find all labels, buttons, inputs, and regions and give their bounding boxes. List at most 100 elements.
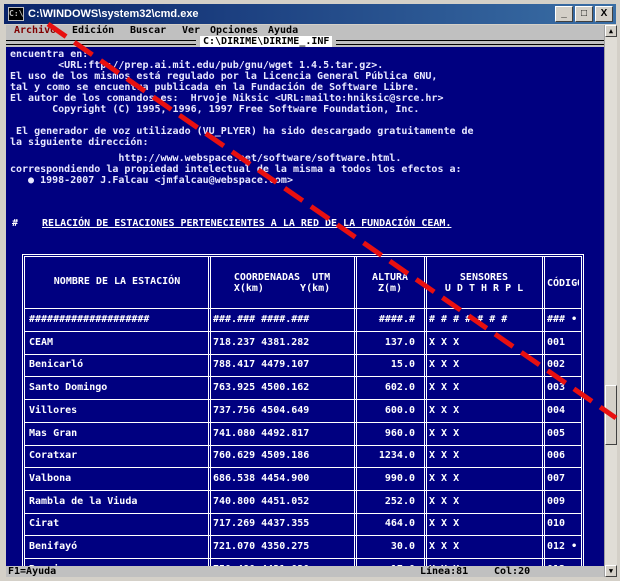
header-alt: ALTURA Z(m) — [359, 269, 421, 299]
column-divider — [354, 309, 357, 331]
column-divider — [542, 354, 545, 377]
menu-bar: Archivo Edición Buscar Ver Opciones Ayud… — [6, 25, 604, 36]
table-row[interactable]: Benicarló 788.417 4479.107 15.0 X X X 002 — [25, 354, 581, 378]
cell-sens: X X X — [429, 359, 460, 371]
table-row[interactable]: Rambla de la Viuda 740.800 4451.052 252.0 X… — [25, 490, 581, 514]
cell-alt: 464.0 — [384, 518, 415, 530]
cell-sens: X X X — [429, 541, 460, 552]
column-divider — [424, 467, 427, 490]
status-help[interactable]: F1=Ayuda — [8, 566, 56, 577]
cell-alt: 960.0 — [384, 427, 415, 439]
column-divider — [354, 331, 357, 354]
table-row[interactable]: Santo Domingo 763.925 4500.162 602.0 X X X 0… — [25, 377, 581, 401]
column-divider — [354, 399, 357, 422]
voice-line-2: la siguiente dirección: — [10, 137, 149, 148]
table-row[interactable]: Valbona 686.538 4454.900 990.0 X X X 007 — [25, 467, 581, 491]
cell-name: Benifayó — [29, 541, 78, 552]
console-area[interactable]: Archivo Edición Buscar Ver Opciones Ayud… — [6, 25, 604, 577]
column-divider — [542, 422, 545, 445]
cell-coords: ###.### ####.### — [213, 314, 310, 325]
cell-sens: X X X — [429, 518, 460, 530]
column-divider — [208, 399, 211, 422]
header-code: CÓDIGO — [547, 275, 579, 305]
cell-code: 012 • — [547, 541, 578, 552]
cell-coords: 721.070 4350.275 — [213, 541, 310, 552]
menu-edicion[interactable]: Edición — [72, 25, 114, 36]
cell-sens: X X X — [429, 404, 460, 416]
column-divider — [542, 490, 545, 513]
table-row[interactable]: Villores 737.756 4504.649 600.0 X X X 004 — [25, 399, 581, 423]
column-divider — [354, 467, 357, 490]
cell-alt: 1234.0 — [378, 450, 415, 462]
table-row[interactable]: CEAM 718.237 4381.282 137.0 X X X 001 — [25, 331, 581, 355]
menu-opciones[interactable]: Opciones — [210, 25, 258, 36]
minimize-button[interactable]: _ — [555, 6, 573, 22]
close-button[interactable]: X — [595, 6, 613, 22]
frame-line-right — [336, 40, 604, 45]
file-path: C:\DIRIME\DIRIME_.INF — [200, 36, 333, 47]
cell-alt: 602.0 — [384, 382, 415, 394]
scroll-up-arrow-icon[interactable]: ▲ — [605, 25, 617, 37]
cell-alt: ####.# — [378, 314, 415, 325]
column-divider — [208, 467, 211, 490]
column-divider — [354, 536, 357, 558]
status-col: Col:20 — [494, 566, 531, 577]
column-divider — [208, 257, 211, 308]
header-code-code: CÓDIGO — [547, 278, 579, 289]
scroll-thumb[interactable] — [605, 385, 617, 445]
maximize-button[interactable]: □ — [575, 6, 593, 22]
section-heading: # RELACIÓN DE ESTACIONES PERTENECIENTES A… — [12, 218, 451, 229]
menu-buscar[interactable]: Buscar — [130, 25, 166, 36]
cell-coords: 717.269 4437.355 — [213, 518, 310, 530]
table-row[interactable]: Coratxar 760.629 4509.186 1234.0 X X X 006 — [25, 445, 581, 469]
scroll-down-arrow-icon[interactable]: ▼ — [605, 565, 617, 577]
table-row[interactable]: Cirat 717.269 4437.355 464.0 X X X 010 — [25, 513, 581, 537]
window-title: C:\WINDOWS\system32\cmd.exe — [28, 8, 199, 20]
title-bar[interactable]: C:\ C:\WINDOWS\system32\cmd.exe _ □ X — [4, 4, 616, 24]
header-coords: COORDENADAS UTM X(km) Y(km) — [213, 269, 351, 299]
cell-code: 006 — [547, 450, 566, 462]
license-line-2: <URL:ftp://prep.ai.mit.edu/pub/gnu/wget … — [10, 60, 384, 71]
menu-archivo[interactable]: Archivo — [14, 25, 56, 36]
column-divider — [542, 467, 545, 490]
column-divider — [424, 331, 427, 354]
header-coords-coords-line1: COORDENADAS UTM — [233, 272, 331, 283]
cell-code: 010 — [547, 518, 566, 530]
cell-code: 002 — [547, 359, 566, 371]
voice-line-5: ● 1998-2007 J.Falcau <jmfalcau@webspace.… — [10, 175, 293, 186]
table-row[interactable]: Benifayó 721.070 4350.275 30.0 X X X 012 • — [25, 536, 581, 559]
column-divider — [424, 257, 427, 308]
license-line-3: El uso de los mismos está regulado por l… — [10, 71, 438, 82]
cell-code: 001 — [547, 336, 566, 348]
cell-coords: 763.925 4500.162 — [213, 382, 310, 394]
column-divider — [542, 377, 545, 400]
status-line: Línea:81 — [420, 566, 469, 577]
menu-ver[interactable]: Ver — [182, 25, 200, 36]
column-divider — [208, 377, 211, 400]
table-mask-row[interactable]: #################### ###.### ####.### ####… — [25, 309, 581, 332]
voice-line-1: El generador de voz utilizado (VU_PLYER)… — [10, 126, 474, 137]
cell-alt: 137.0 — [384, 336, 415, 348]
column-divider — [542, 536, 545, 558]
status-bar: F1=Ayuda Línea:81 Col:20 — [6, 566, 604, 577]
column-divider — [424, 490, 427, 513]
license-line-1: encuentra en: — [10, 49, 89, 60]
column-divider — [354, 490, 357, 513]
cell-code: ### • — [547, 314, 578, 325]
cell-name: Villores — [29, 404, 78, 416]
header-sensors: SENSORES U D T H R P L — [429, 269, 539, 299]
cell-coords: 760.629 4509.186 — [213, 450, 310, 462]
vertical-scrollbar[interactable]: ▲ ▼ — [604, 25, 617, 577]
table-row[interactable]: Mas Gran 741.080 4492.817 960.0 X X X 005 — [25, 422, 581, 446]
cell-code: 005 — [547, 427, 566, 439]
menu-ayuda[interactable]: Ayuda — [268, 25, 298, 36]
cmd-icon[interactable]: C:\ — [8, 7, 24, 21]
cell-coords: 740.800 4451.052 — [213, 495, 310, 507]
column-divider — [542, 309, 545, 331]
column-divider — [354, 257, 357, 308]
column-divider — [208, 331, 211, 354]
column-divider — [208, 445, 211, 468]
column-divider — [542, 257, 545, 308]
cell-name: Coratxar — [29, 450, 78, 462]
voice-line-4: correspondiendo la propiedad intelectual… — [10, 164, 462, 175]
